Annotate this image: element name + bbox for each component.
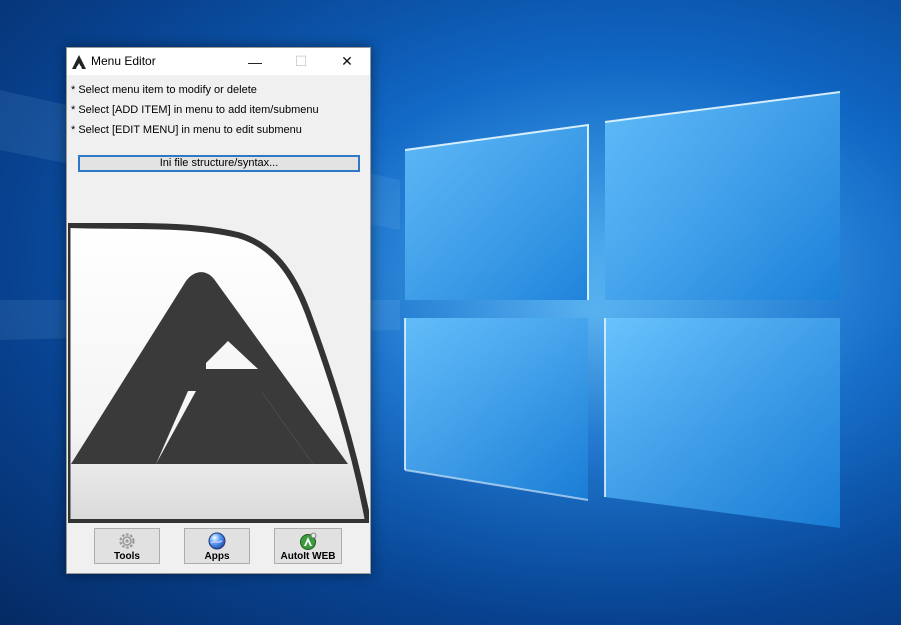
autoit-web-label: AutoIt WEB [280,550,336,562]
autoit-logo-icon [72,55,86,69]
maximize-button[interactable]: ☐ [278,48,324,75]
menu-editor-window: Menu Editor — ☐ ✕ * Select menu item to … [66,47,371,574]
globe-icon [208,532,226,549]
autoit-web-button[interactable]: AutoIt WEB [274,528,342,564]
apps-button[interactable]: Apps [184,528,250,564]
autoit-web-icon [300,532,317,550]
hint-select-item: * Select menu item to modify or delete [71,84,257,96]
tools-label: Tools [114,550,140,562]
hint-add-item: * Select [ADD ITEM] in menu to add item/… [71,104,319,116]
ini-file-structure-button[interactable]: Ini file structure/syntax... [78,155,360,172]
window-title: Menu Editor [91,54,156,68]
gear-icon [119,532,135,549]
autoit-logo-image [68,223,369,523]
hint-edit-menu: * Select [EDIT MENU] in menu to edit sub… [71,124,302,136]
apps-label: Apps [204,550,230,562]
minimize-button[interactable]: — [232,48,278,75]
close-button[interactable]: ✕ [324,48,370,75]
tools-button[interactable]: Tools [94,528,160,564]
title-bar[interactable]: Menu Editor — ☐ ✕ [67,48,370,75]
window-client-area: * Select menu item to modify or delete *… [67,75,370,573]
desktop: Menu Editor — ☐ ✕ * Select menu item to … [0,0,901,625]
